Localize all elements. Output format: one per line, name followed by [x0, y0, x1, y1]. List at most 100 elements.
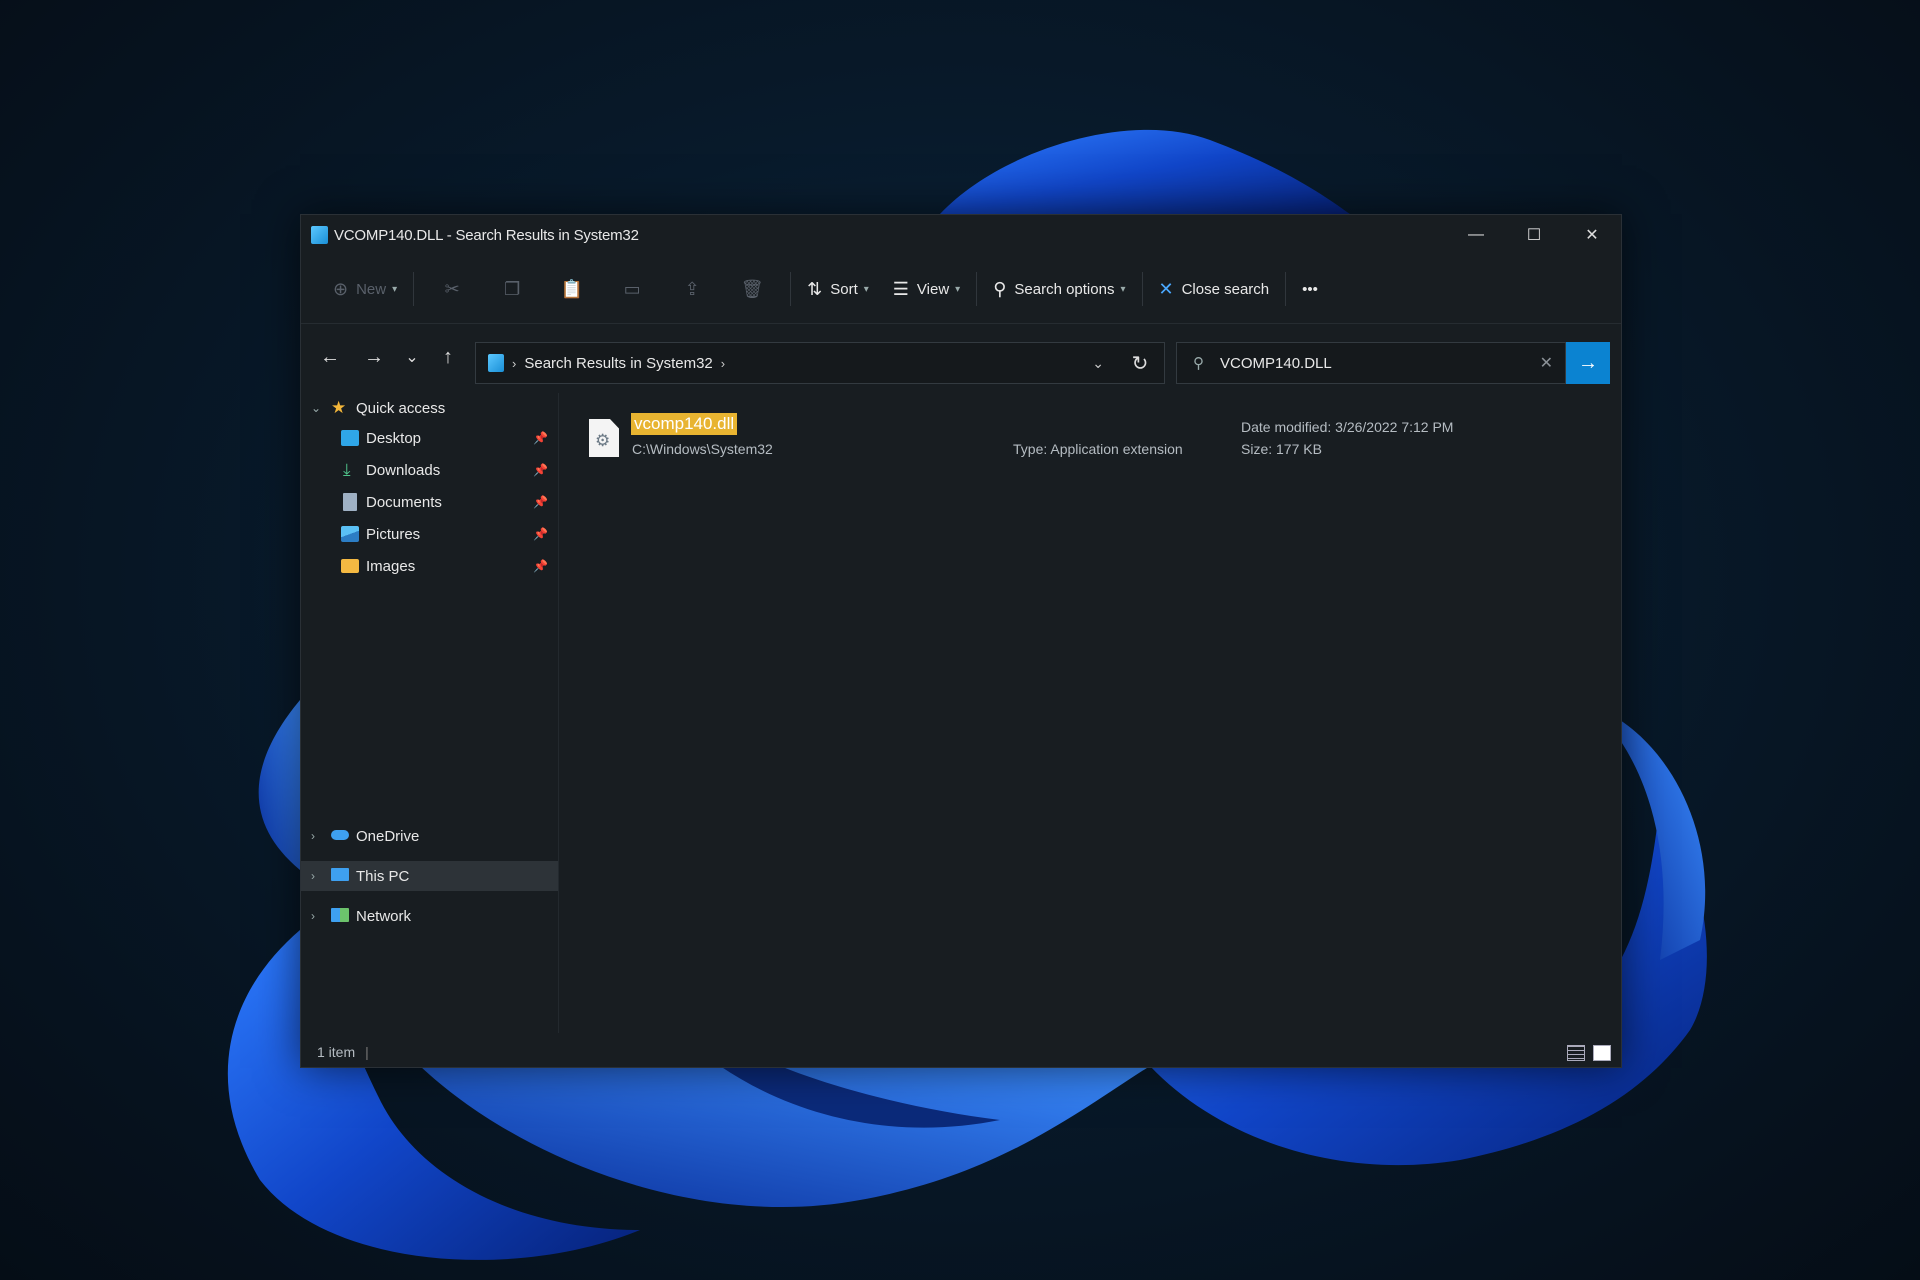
- search-result-row[interactable]: ⚙ vcomp140.dll C:\Windows\System32 Type:…: [589, 413, 1589, 475]
- chevron-down-icon: ▾: [863, 283, 869, 295]
- sort-label: Sort: [830, 280, 858, 298]
- search-options-button[interactable]: ⚲ Search options ▾: [985, 269, 1133, 309]
- delete-button[interactable]: 🗑: [730, 269, 774, 309]
- chevron-right-icon[interactable]: ›: [311, 829, 315, 843]
- more-icon: •••: [1302, 280, 1318, 298]
- tree-label: OneDrive: [356, 827, 420, 845]
- sort-icon: ⇅: [807, 278, 823, 299]
- pin-icon[interactable]: 📌: [533, 527, 548, 541]
- toolbar-divider: [976, 272, 978, 306]
- documents-icon: [343, 493, 357, 511]
- details-view-button[interactable]: [1567, 1045, 1585, 1061]
- address-history-dropdown[interactable]: ⌄: [1092, 355, 1104, 372]
- more-options-button[interactable]: •••: [1294, 269, 1326, 309]
- search-icon: ⚲: [1193, 355, 1204, 372]
- tree-onedrive[interactable]: › OneDrive: [301, 821, 558, 851]
- toolbar-divider: [413, 272, 415, 306]
- tree-item-images[interactable]: Images 📌: [301, 551, 558, 581]
- downloads-icon: ⤓: [343, 460, 351, 479]
- tree-label: Downloads: [366, 461, 441, 479]
- back-button[interactable]: ←: [311, 338, 349, 376]
- copy-button[interactable]: ❐: [490, 269, 534, 309]
- paste-button[interactable]: 📋: [550, 269, 594, 309]
- view-label: View: [916, 280, 950, 298]
- chevron-right-icon[interactable]: ›: [311, 909, 315, 923]
- file-explorer-window: VCOMP140.DLL - Search Results in System3…: [300, 214, 1622, 1068]
- chevron-down-icon: ⌄: [405, 349, 419, 366]
- recent-locations-button[interactable]: ⌄: [393, 338, 431, 376]
- navigation-bar: ← → ⌄ ↑ › Search Results in System32 › ⌄…: [301, 324, 1621, 390]
- file-name[interactable]: vcomp140.dll: [631, 413, 738, 435]
- tree-item-pictures[interactable]: Pictures 📌: [301, 519, 558, 549]
- close-search-label: Close search: [1181, 280, 1270, 298]
- breadcrumb-search-results[interactable]: Search Results in System32: [524, 355, 712, 372]
- toolbar-divider: [1141, 272, 1143, 306]
- tree-label: Network: [356, 907, 412, 925]
- plus-circle-icon: ⊕: [333, 278, 349, 299]
- clear-search-button[interactable]: ✕: [1540, 353, 1553, 373]
- share-icon: ⇪: [684, 278, 700, 299]
- file-size: Size: 177 KB: [1241, 441, 1322, 457]
- tree-quick-access[interactable]: ⌄ ★ Quick access: [301, 393, 558, 423]
- arrow-up-icon: ↑: [443, 345, 453, 368]
- title-bar[interactable]: VCOMP140.DLL - Search Results in System3…: [301, 215, 1621, 255]
- close-icon: ✕: [1158, 278, 1174, 299]
- tree-item-documents[interactable]: Documents 📌: [301, 487, 558, 517]
- pin-icon[interactable]: 📌: [533, 431, 548, 445]
- chevron-right-icon[interactable]: ›: [311, 869, 315, 883]
- file-type: Type: Application extension: [1013, 441, 1183, 457]
- arrow-right-icon: →: [1578, 351, 1598, 374]
- status-separator: |: [365, 1044, 369, 1060]
- search-location-icon: [488, 354, 504, 372]
- tree-label: Images: [366, 557, 416, 575]
- close-button[interactable]: ✕: [1563, 215, 1621, 255]
- search-input[interactable]: [1218, 353, 1512, 373]
- chevron-down-icon: ▾: [955, 283, 961, 295]
- tree-network[interactable]: › Network: [301, 901, 558, 931]
- copy-icon: ❐: [504, 278, 521, 299]
- up-button[interactable]: ↑: [429, 338, 467, 376]
- tree-item-downloads[interactable]: ⤓ Downloads 📌: [301, 455, 558, 485]
- trash-icon: 🗑: [740, 278, 764, 299]
- tree-item-desktop[interactable]: Desktop 📌: [301, 423, 558, 453]
- tiles-view-button[interactable]: [1593, 1045, 1611, 1061]
- search-options-label: Search options: [1014, 280, 1115, 298]
- scissors-icon: ✂: [444, 278, 460, 299]
- chevron-right-icon[interactable]: ›: [721, 356, 725, 371]
- pin-icon[interactable]: 📌: [533, 463, 548, 477]
- chevron-down-icon[interactable]: ⌄: [311, 401, 321, 415]
- status-bar: 1 item |: [301, 1037, 1621, 1067]
- tree-label: Documents: [366, 493, 442, 511]
- rename-icon: ▭: [623, 278, 641, 299]
- folder-icon: [341, 559, 359, 573]
- toolbar-divider: [1285, 272, 1287, 306]
- view-button[interactable]: ☰ View ▾: [885, 269, 968, 309]
- forward-button[interactable]: →: [355, 338, 393, 376]
- sort-button[interactable]: ⇅ Sort ▾: [799, 269, 877, 309]
- search-go-button[interactable]: →: [1566, 342, 1610, 384]
- cloud-icon: [331, 830, 349, 840]
- file-path: C:\Windows\System32: [632, 441, 773, 457]
- pin-icon[interactable]: 📌: [533, 559, 548, 573]
- tree-label: Pictures: [366, 525, 421, 543]
- desktop-icon: [341, 430, 359, 446]
- results-pane: ⚙ vcomp140.dll C:\Windows\System32 Type:…: [559, 393, 1621, 1033]
- address-bar[interactable]: › Search Results in System32 › ⌄: [475, 342, 1165, 384]
- cut-button[interactable]: ✂: [430, 269, 474, 309]
- tree-label: Desktop: [366, 429, 422, 447]
- command-bar: ⊕ New ▾ ✂ ❐ 📋 ▭ ⇪ 🗑 ⇅ Sort ▾ ☰ View ▾ ⚲ …: [301, 255, 1621, 324]
- share-button[interactable]: ⇪: [670, 269, 714, 309]
- close-search-button[interactable]: ✕ Close search: [1151, 269, 1278, 309]
- minimize-button[interactable]: —: [1447, 215, 1505, 255]
- maximize-button[interactable]: ☐: [1505, 215, 1563, 255]
- tree-this-pc[interactable]: › This PC: [301, 861, 558, 891]
- search-box[interactable]: ⚲ ✕: [1176, 342, 1566, 384]
- chevron-right-icon: ›: [512, 355, 517, 371]
- pin-icon[interactable]: 📌: [533, 495, 548, 509]
- rename-button[interactable]: ▭: [610, 269, 654, 309]
- refresh-button[interactable]: ↻: [1119, 342, 1161, 384]
- paste-icon: 📋: [560, 278, 584, 299]
- new-button[interactable]: ⊕ New ▾: [325, 269, 405, 309]
- computer-icon: [331, 868, 349, 881]
- network-icon: [331, 908, 349, 922]
